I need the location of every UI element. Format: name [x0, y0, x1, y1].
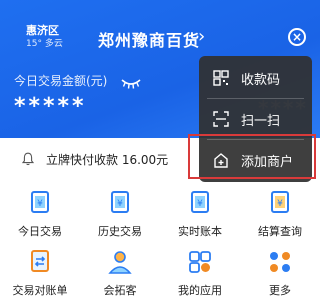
grid-item-label: 更多	[269, 284, 291, 297]
svg-text:¥: ¥	[37, 199, 43, 209]
ledger-icon: ¥	[191, 191, 209, 213]
eye-closed-icon[interactable]	[121, 78, 141, 90]
highlight-annotation	[188, 134, 316, 179]
menu-item-scan[interactable]: 扫一扫	[199, 99, 312, 139]
grid-item-my-apps[interactable]: 我的应用	[160, 249, 240, 298]
svg-text:¥: ¥	[197, 199, 203, 209]
grid-item-reconcile[interactable]: 交易对账单	[0, 249, 80, 298]
district-label: 惠济区	[26, 24, 59, 37]
masked-amount: *****	[14, 94, 87, 119]
grid-item-history-trade[interactable]: ¥ 历史交易	[80, 190, 160, 239]
grid-item-label: 实时账本	[178, 225, 222, 238]
grid-item-more[interactable]: 更多	[240, 249, 320, 298]
qr-code-icon	[213, 70, 229, 86]
menu-item-qr-code[interactable]: 收款码	[199, 58, 312, 98]
svg-text:¥: ¥	[117, 199, 123, 209]
customer-icon	[108, 251, 132, 274]
today-trade-icon: ¥	[31, 191, 49, 213]
history-trade-icon: ¥	[111, 191, 129, 213]
reconcile-icon	[31, 250, 49, 272]
grid-item-label: 交易对账单	[12, 284, 68, 297]
settlement-icon: ¥	[271, 191, 289, 213]
notice-text: 立牌快付收款 16.00元	[46, 153, 169, 167]
grid-item-ledger[interactable]: ¥ 实时账本	[160, 190, 240, 239]
scan-icon	[213, 111, 229, 127]
grid-item-today-trade[interactable]: ¥ 今日交易	[0, 190, 80, 239]
more-icon	[270, 252, 290, 272]
close-icon[interactable]: ×	[288, 28, 306, 46]
amount-label: 今日交易金额(元)	[14, 74, 108, 88]
weather-label: 15° 多云	[26, 39, 63, 49]
grid-item-label: 我的应用	[178, 284, 222, 297]
chevron-right-icon[interactable]: ›	[198, 26, 205, 47]
grid-item-label: 结算查询	[258, 225, 302, 238]
my-apps-icon	[189, 251, 211, 273]
bell-icon	[22, 152, 34, 166]
grid-item-label: 历史交易	[98, 225, 142, 238]
location-weather[interactable]: 惠济区 15° 多云	[26, 24, 63, 50]
menu-item-label: 收款码	[241, 73, 281, 88]
grid-item-settlement[interactable]: ¥ 结算查询	[240, 190, 320, 239]
store-name[interactable]: 郑州豫商百货	[98, 27, 200, 51]
grid-item-customer[interactable]: 会拓客	[80, 249, 160, 298]
grid-item-label: 会拓客	[103, 284, 137, 297]
svg-text:¥: ¥	[277, 199, 283, 209]
grid-item-label: 今日交易	[18, 225, 62, 238]
function-grid: ¥ 今日交易 ¥ 历史交易 ¥ 实时账本 ¥ 结算查询 交易对账单 会拓客 我的…	[0, 185, 320, 305]
menu-item-label: 扫一扫	[241, 114, 281, 129]
